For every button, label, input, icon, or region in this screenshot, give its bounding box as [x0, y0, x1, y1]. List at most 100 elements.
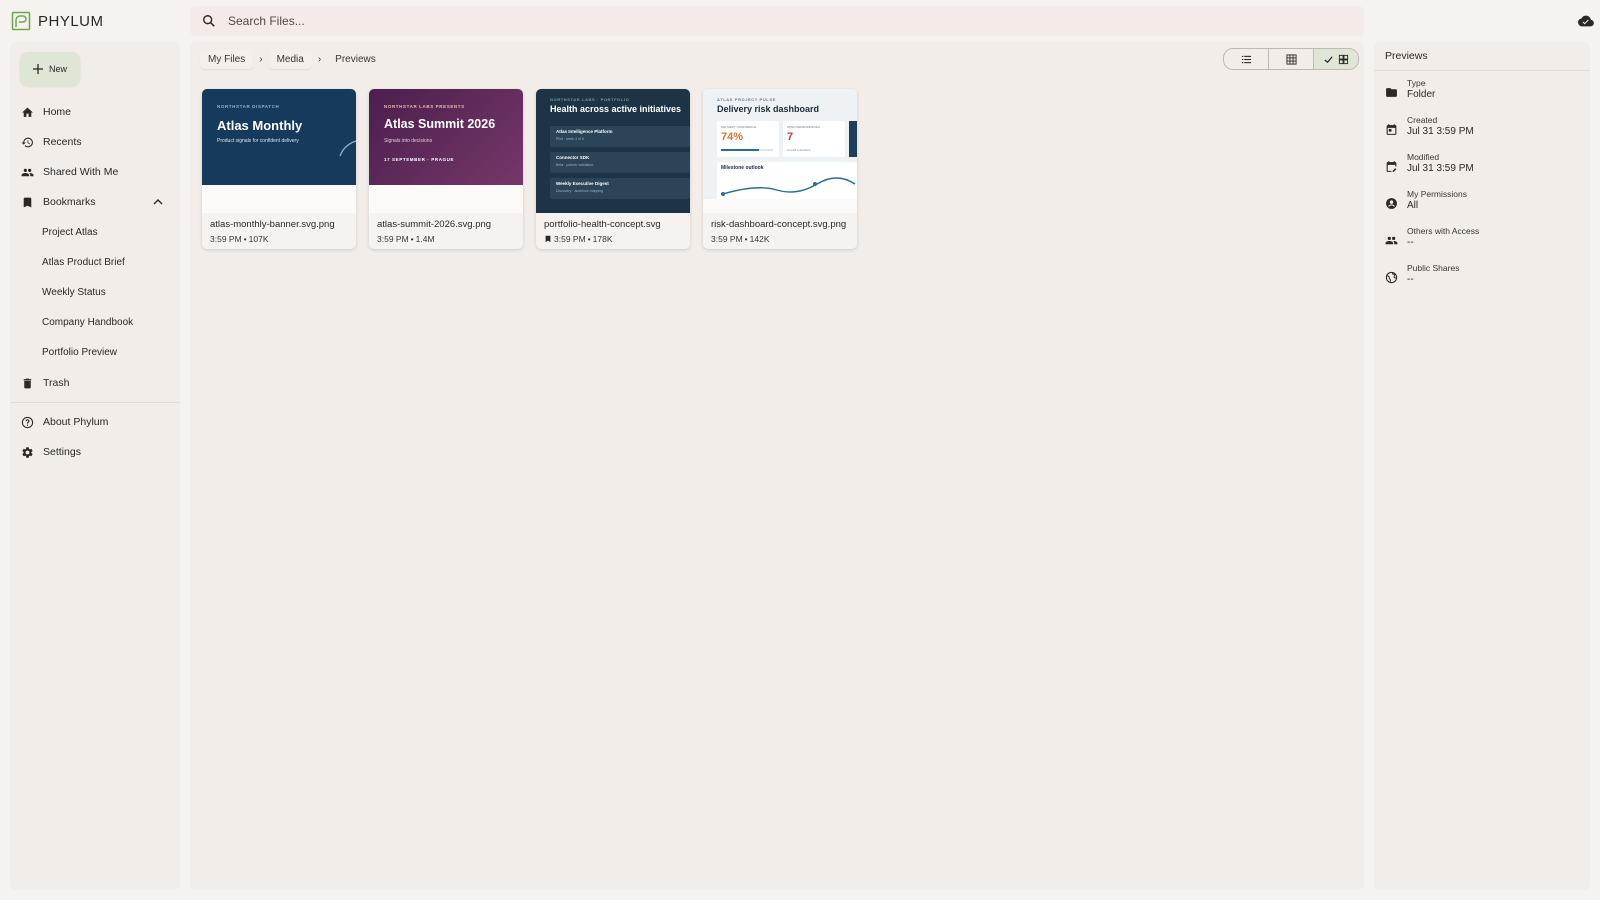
list-view-button[interactable] [1224, 49, 1269, 69]
prop-created: Created Jul 31 3:59 PM [1385, 115, 1585, 145]
bookmark-icon [545, 235, 551, 243]
grid-view-button[interactable] [1269, 49, 1314, 69]
file-card[interactable]: NORTHSTAR DISPATCH Atlas Monthly Product… [202, 89, 356, 249]
sidebar-item-settings[interactable]: Settings [10, 438, 180, 466]
bookmark-item[interactable]: Company Handbook [10, 308, 180, 336]
file-meta: 3:59 PM • 142K [711, 234, 770, 244]
list-icon [1241, 55, 1251, 63]
sidebar-item-about[interactable]: About Phylum [10, 408, 180, 436]
bookmark-label: Project Atlas [42, 226, 98, 238]
sidebar-item-bookmarks[interactable]: Bookmarks [10, 188, 180, 216]
account-circle-icon [1386, 198, 1397, 209]
breadcrumb: My Files › Media › Previews [200, 48, 384, 70]
initiative-status: Pilot · week 4 of 6 [556, 137, 584, 141]
file-size: 107K [248, 234, 269, 244]
initiative-name: Weekly Executive Digest [556, 181, 609, 186]
metric-label: DELIVERY CONFIDENCE [721, 125, 757, 129]
meta-separator: • [744, 234, 748, 244]
file-size: 1.4M [415, 234, 435, 244]
prop-label: Type [1407, 78, 1426, 88]
prop-value: All [1407, 200, 1419, 211]
app-name: PHYLUM [38, 12, 104, 30]
file-meta: 3:59 PM • 1.4M [377, 234, 435, 244]
bookmark-label: Company Handbook [42, 316, 134, 328]
prop-value: -- [1407, 237, 1414, 248]
milestone-line [721, 177, 856, 196]
file-thumbnail: NORTHSTAR LABS · PORTFOLIO Health across… [536, 89, 690, 213]
prop-modified: Modified Jul 31 3:59 PM [1385, 152, 1585, 182]
file-name: atlas-monthly-banner.svg.png [210, 219, 335, 230]
help-circle-icon [21, 416, 34, 428]
initiative-row: Connector SDK Beta · partner validation [550, 152, 690, 173]
new-button[interactable]: New [20, 52, 80, 86]
bookmark-item[interactable]: Weekly Status [10, 278, 180, 306]
phylum-logo-icon [11, 11, 31, 31]
sidebar-item-shared-with-me[interactable]: Shared With Me [10, 158, 180, 186]
group-icon [1385, 236, 1398, 245]
bookmark-item[interactable]: Project Atlas [10, 218, 180, 246]
breadcrumb-separator: › [259, 53, 263, 65]
file-card[interactable]: ATLAS PROJECT PULSE Delivery risk dashbo… [703, 89, 857, 249]
sidebar-item-label: Home [43, 106, 72, 118]
top-bar: PHYLUM [0, 0, 1600, 42]
plus-icon [32, 64, 43, 74]
decorative-arc [339, 140, 356, 157]
prop-public-shares: Public Shares -- [1385, 263, 1585, 293]
initiative-name: Atlas Intelligence Platform [556, 129, 613, 134]
prop-permissions: My Permissions All [1385, 189, 1585, 219]
file-time: 3:59 PM [711, 234, 743, 244]
initiative-status: Discovery · audience mapping [556, 189, 604, 193]
prop-label: My Permissions [1407, 189, 1467, 199]
search-input[interactable] [226, 13, 1330, 29]
prop-others-access: Others with Access -- [1385, 226, 1585, 256]
sidebar-item-recents[interactable]: Recents [10, 128, 180, 156]
breadcrumb-separator: › [317, 53, 322, 65]
sidebar-item-label: About Phylum [43, 416, 109, 428]
thumbnail-band [369, 185, 523, 213]
calendar-icon [1386, 124, 1397, 135]
home-icon [22, 107, 33, 117]
people-icon [21, 168, 34, 176]
file-card[interactable]: NORTHSTAR LABS · PORTFOLIO Health across… [536, 89, 690, 249]
chevron-up-icon[interactable] [153, 197, 163, 207]
bookmark-label: Portfolio Preview [42, 346, 118, 358]
prop-label: Created [1407, 115, 1438, 125]
thumbnail-title: Atlas Monthly [217, 118, 303, 133]
thumbnail-band [703, 199, 857, 213]
brand[interactable]: PHYLUM [11, 11, 104, 31]
details-title: Previews [1385, 50, 1428, 62]
meta-separator: • [587, 234, 591, 244]
sidebar-divider [10, 402, 180, 403]
thumbnail-title: Delivery risk dashboard [717, 104, 820, 114]
gallery-icon [1338, 54, 1349, 64]
bookmark-item[interactable]: Portfolio Preview [10, 338, 180, 366]
file-browser: My Files › Media › Previews NORTHSTAR DI… [190, 42, 1364, 890]
breadcrumb-media[interactable]: Media [268, 49, 312, 69]
metric-card: OPEN DEPENDENCIES 7 2 need a decision [783, 121, 845, 157]
bookmark-item[interactable]: Atlas Product Brief [10, 248, 180, 276]
initiative-name: Connector SDK [556, 155, 590, 160]
gallery-view-button[interactable] [1314, 49, 1358, 69]
details-divider [1374, 70, 1590, 71]
breadcrumb-my-files[interactable]: My Files [200, 49, 254, 69]
thumbnail-subtitle: Signals into decisions [384, 138, 433, 144]
metric-card: DELIVERY CONFIDENCE 74% [717, 121, 779, 157]
gear-icon [22, 446, 33, 458]
sidebar-item-label: Settings [43, 446, 81, 458]
check-icon [1324, 55, 1333, 63]
globe-icon [1385, 271, 1398, 284]
metric-progress-fill [721, 149, 760, 151]
search-bar[interactable] [190, 6, 1364, 36]
file-time: 3:59 PM [210, 234, 242, 244]
prop-label: Modified [1407, 152, 1440, 162]
sidebar-item-home[interactable]: Home [10, 98, 180, 126]
file-thumbnail: NORTHSTAR DISPATCH Atlas Monthly Product… [202, 89, 356, 213]
cloud-sync-icon[interactable] [1578, 13, 1594, 29]
sidebar-item-trash[interactable]: Trash [10, 369, 180, 397]
metric-sub: 2 need a decision [787, 148, 811, 152]
grid-icon [1285, 53, 1297, 65]
trash-icon [23, 378, 32, 388]
file-card[interactable]: NORTHSTAR LABS PRESENTS Atlas Summit 202… [369, 89, 523, 249]
breadcrumb-current: Previews [335, 53, 376, 65]
initiative-row: Weekly Executive Digest Discovery · audi… [550, 178, 690, 199]
